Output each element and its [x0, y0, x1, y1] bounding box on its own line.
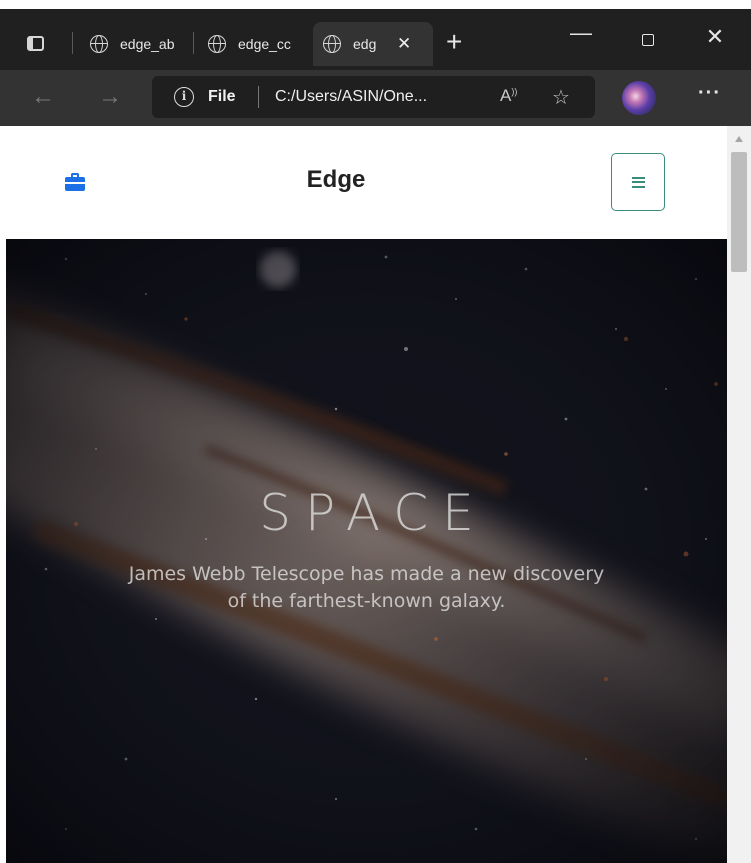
tab-separator — [193, 32, 194, 54]
page-viewport: Edge SPACE James Webb Telescope has made… — [0, 126, 751, 863]
address-separator — [258, 86, 259, 108]
new-tab-button[interactable]: + — [446, 28, 462, 56]
profile-avatar[interactable] — [622, 81, 656, 115]
address-url[interactable]: C:/Users/ASIN/One... — [275, 88, 427, 106]
menu-toggle-button[interactable] — [611, 153, 665, 211]
address-scheme-label: File — [208, 88, 236, 105]
tab-close-icon[interactable]: ✕ — [397, 34, 411, 54]
forward-arrow-icon[interactable]: → — [98, 83, 122, 111]
tab-label: edg — [353, 36, 377, 52]
back-arrow-icon[interactable]: ← — [31, 83, 55, 111]
page-scrollbar[interactable] — [727, 126, 751, 863]
scroll-up-arrow-icon[interactable] — [735, 136, 743, 142]
tab-separator — [72, 32, 73, 54]
globe-icon — [208, 35, 226, 53]
more-icon[interactable]: ··· — [698, 82, 721, 105]
browser-toolbar: ← → i File C:/Users/ASIN/One... A)) ☆ ··… — [0, 70, 751, 126]
window-top-edge — [0, 0, 751, 9]
maximize-icon[interactable] — [633, 28, 663, 51]
scroll-thumb[interactable] — [731, 152, 747, 272]
add-favorite-icon[interactable]: ☆ — [552, 85, 570, 110]
galaxy-background-image — [6, 239, 727, 863]
read-aloud-icon[interactable]: A)) — [500, 86, 517, 106]
tab-edge-active[interactable]: edg ✕ — [313, 22, 433, 66]
tab-edge-cc[interactable]: edge_cc — [198, 22, 310, 66]
address-bar[interactable]: i File C:/Users/ASIN/One... A)) ☆ — [152, 76, 595, 118]
tab-label: edge_cc — [238, 36, 291, 52]
hero-title: SPACE — [259, 484, 488, 542]
hero-banner: SPACE James Webb Telescope has made a ne… — [6, 239, 727, 863]
globe-icon — [90, 35, 108, 53]
minimize-icon[interactable]: — — [566, 20, 596, 46]
site-brand-title[interactable]: Edge — [6, 166, 666, 194]
tab-label: edge_ab — [120, 36, 175, 52]
tab-edge-ab[interactable]: edge_ab — [80, 22, 192, 66]
close-icon[interactable]: ✕ — [700, 24, 730, 50]
hamburger-icon — [631, 176, 645, 188]
browser-titlebar: edge_ab edge_cc edg ✕ + — ✕ — [0, 0, 751, 70]
globe-icon — [323, 35, 341, 53]
hero-subtitle: James Webb Telescope has made a new disc… — [128, 563, 605, 612]
info-icon[interactable]: i — [174, 87, 194, 107]
tab-actions-icon[interactable] — [22, 30, 48, 56]
site-navbar: Edge — [6, 126, 727, 239]
